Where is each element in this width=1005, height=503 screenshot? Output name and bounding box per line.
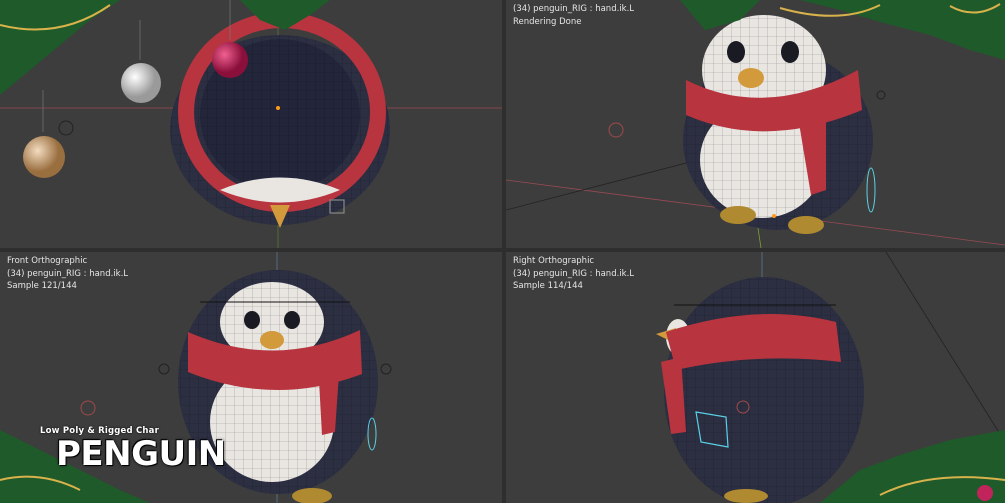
viewport-label: Front Orthographic [7,256,88,266]
title-main: PENGUIN [56,434,226,474]
viewport-top-scene [0,0,502,248]
ornament-red [212,42,248,78]
viewport-status: Sample 114/144 [513,281,583,291]
viewport-label: Right Orthographic [513,256,595,266]
viewport-object: (34) penguin_RIG : hand.ik.L [513,4,635,14]
viewport-perspective[interactable]: (34) penguin_RIG : hand.ik.L Rendering D… [506,0,1005,248]
viewport-object: (34) penguin_RIG : hand.ik.L [513,268,635,279]
viewport-perspective-info: (34) penguin_RIG : hand.ik.L Rendering D… [513,3,634,28]
viewport-object: (34) penguin_RIG : hand.ik.L [7,268,129,279]
ornament-gold [23,136,65,178]
blender-quad-view: (34) penguin_RIG : hand.ik.L Rendering D… [0,0,1005,503]
viewport-right-ortho[interactable]: Right Orthographic (34) penguin_RIG : ha… [506,252,1005,503]
title-block: Low Poly & Rigged Char PENGUIN [40,426,226,472]
viewport-front-info: Front Orthographic (34) penguin_RIG : ha… [7,255,128,293]
viewport-perspective-scene [506,15,1005,248]
viewport-status: Rendering Done [513,16,582,27]
ornament-silver [121,63,161,103]
viewport-top[interactable] [0,0,502,248]
viewport-status: Sample 121/144 [7,281,77,291]
viewport-right-info: Right Orthographic (34) penguin_RIG : ha… [513,255,634,293]
